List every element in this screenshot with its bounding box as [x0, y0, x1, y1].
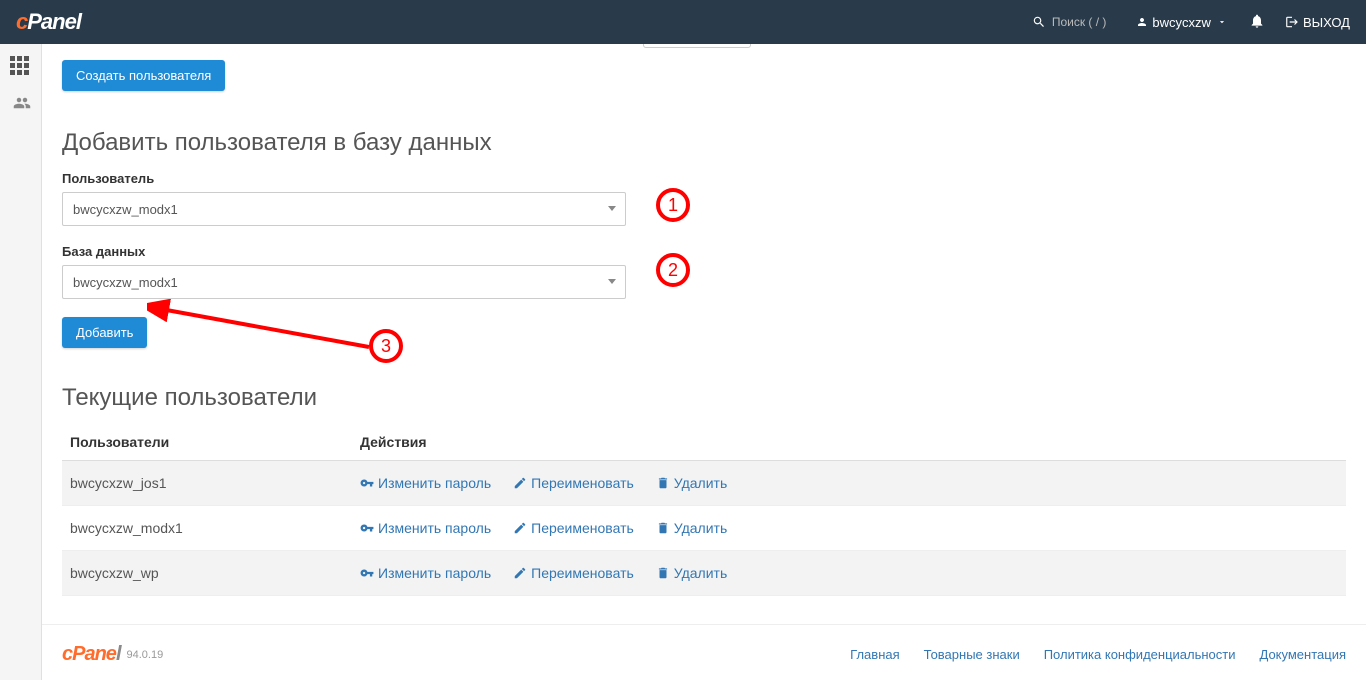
sidebar — [0, 44, 42, 680]
add-button[interactable]: Добавить — [62, 317, 147, 348]
footer-privacy[interactable]: Политика конфиденциальности — [1044, 647, 1236, 662]
table-row: bwcycxzw_wp Изменить пароль Переименоват… — [62, 551, 1346, 596]
current-users-heading: Текущие пользователи — [62, 384, 1346, 412]
rename-link[interactable]: Переименовать — [513, 475, 634, 491]
table-row: bwcycxzw_jos1 Изменить пароль Переименов… — [62, 461, 1346, 506]
delete-link[interactable]: Удалить — [656, 475, 727, 491]
header: cPanel Поиск ( / ) bwcycxzw ВЫХОД — [0, 0, 1366, 44]
add-user-heading: Добавить пользователя в базу данных — [62, 129, 1346, 157]
grid-icon — [10, 56, 32, 75]
search-placeholder: Поиск ( / ) — [1052, 15, 1107, 29]
cutoff-element — [643, 44, 751, 48]
change-password-link[interactable]: Изменить пароль — [360, 565, 491, 581]
footer-docs[interactable]: Документация — [1260, 647, 1347, 662]
database-label: База данных — [62, 244, 1346, 259]
version: 94.0.19 — [127, 649, 164, 661]
change-password-link[interactable]: Изменить пароль — [360, 475, 491, 491]
user-name-cell: bwcycxzw_jos1 — [62, 461, 352, 506]
username: bwcycxzw — [1152, 15, 1211, 30]
cpanel-logo[interactable]: cPanel — [16, 9, 81, 35]
delete-link[interactable]: Удалить — [656, 565, 727, 581]
person-icon — [1136, 16, 1148, 28]
bell-icon — [1249, 13, 1265, 29]
rename-link[interactable]: Переименовать — [513, 565, 634, 581]
user-label: Пользователь — [62, 171, 1346, 186]
user-select[interactable]: bwcycxzw_modx1 — [62, 192, 626, 226]
annotation-1: 1 — [656, 188, 690, 222]
footer-home[interactable]: Главная — [850, 647, 899, 662]
search-icon — [1032, 15, 1046, 29]
logout-button[interactable]: ВЫХОД — [1285, 15, 1350, 30]
user-name-cell: bwcycxzw_wp — [62, 551, 352, 596]
annotation-3: 3 — [369, 329, 403, 363]
sidebar-users[interactable] — [10, 94, 32, 116]
database-select[interactable]: bwcycxzw_modx1 — [62, 265, 626, 299]
caret-down-icon — [1217, 17, 1227, 27]
rename-link[interactable]: Переименовать — [513, 520, 634, 536]
users-table: Пользователи Действия bwcycxzw_jos1 Изме… — [62, 424, 1346, 596]
col-users: Пользователи — [62, 424, 352, 461]
footer-trademarks[interactable]: Товарные знаки — [924, 647, 1020, 662]
user-menu[interactable]: bwcycxzw — [1136, 15, 1227, 30]
user-name-cell: bwcycxzw_modx1 — [62, 506, 352, 551]
table-row: bwcycxzw_modx1 Изменить пароль Переимено… — [62, 506, 1346, 551]
notifications-button[interactable] — [1249, 13, 1265, 32]
footer: cPanel 94.0.19 Главная Товарные знаки По… — [42, 624, 1366, 680]
col-actions: Действия — [352, 424, 1346, 461]
annotation-arrow — [147, 299, 377, 355]
logout-icon — [1285, 15, 1299, 29]
delete-link[interactable]: Удалить — [656, 520, 727, 536]
footer-logo[interactable]: cPanel — [62, 643, 121, 666]
change-password-link[interactable]: Изменить пароль — [360, 520, 491, 536]
main-content: Создать пользователя Добавить пользовате… — [42, 44, 1366, 596]
people-icon — [10, 94, 34, 112]
sidebar-apps[interactable] — [10, 56, 32, 78]
search-button[interactable]: Поиск ( / ) — [1032, 15, 1107, 29]
create-user-button[interactable]: Создать пользователя — [62, 60, 225, 91]
logout-label: ВЫХОД — [1303, 15, 1350, 30]
